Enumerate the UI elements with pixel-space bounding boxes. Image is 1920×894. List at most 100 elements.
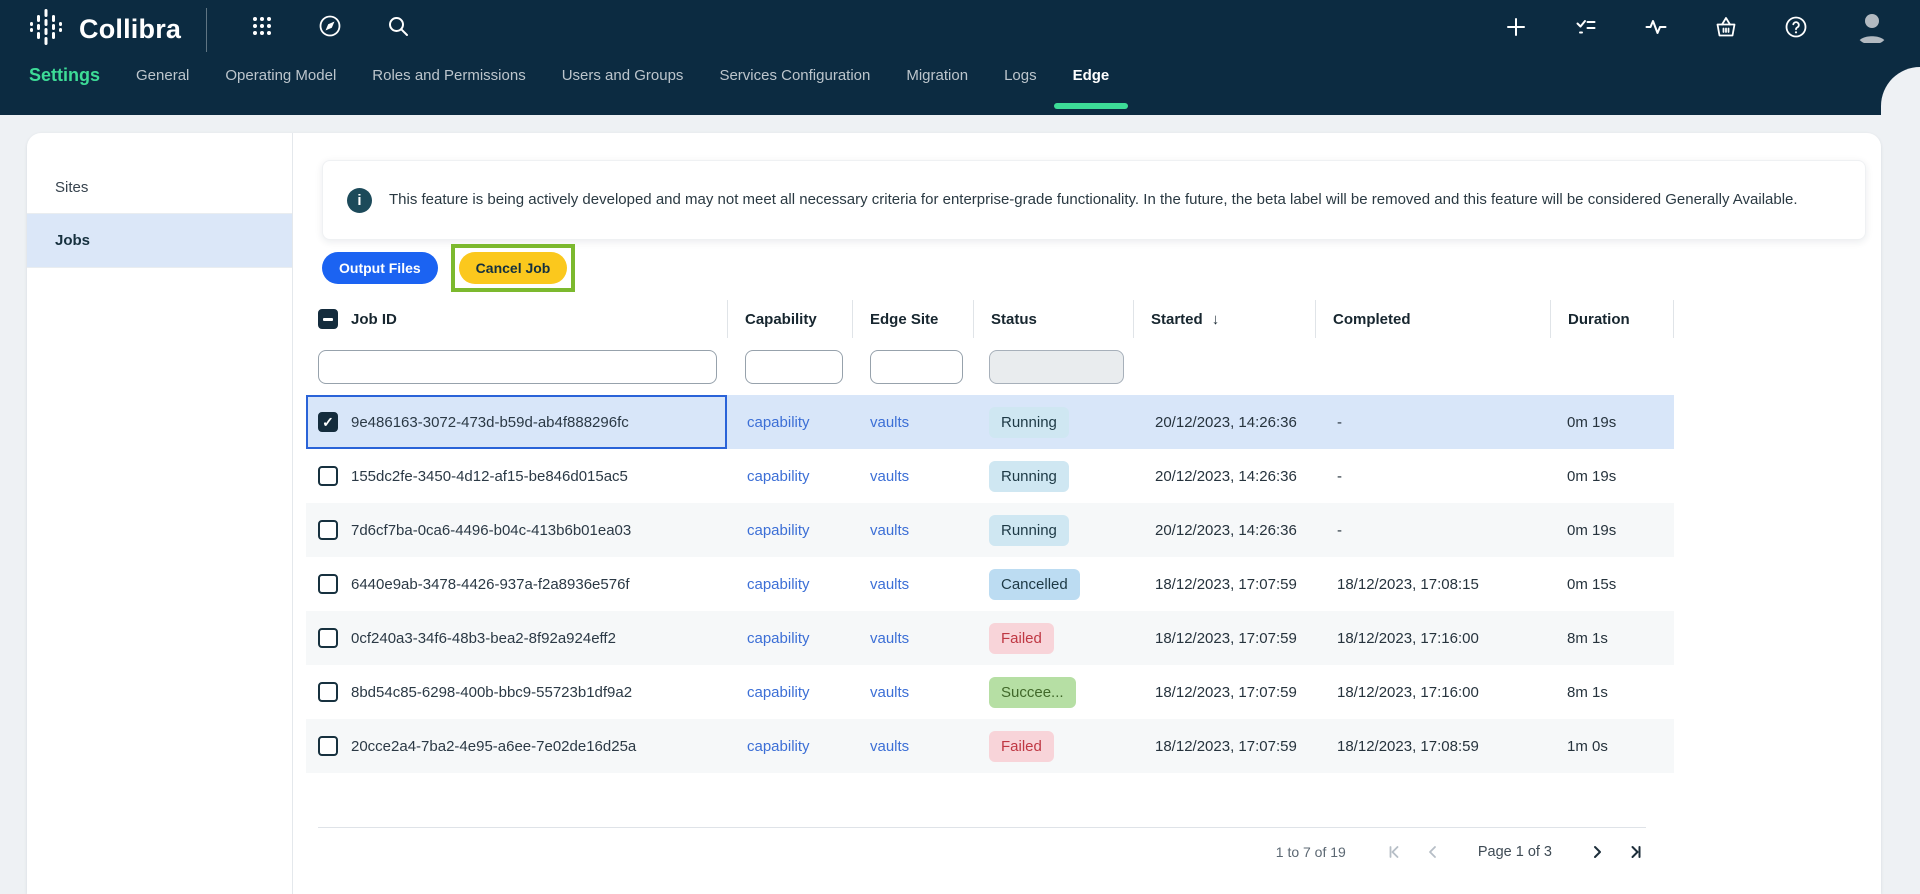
table-filter-row — [306, 338, 1674, 395]
info-icon: i — [347, 188, 372, 213]
row-checkbox[interactable] — [318, 628, 338, 648]
brand-logo[interactable]: Collibra — [28, 8, 181, 51]
status-cell: Failed — [973, 623, 1133, 654]
job-id-text: 7d6cf7ba-0ca6-4496-b04c-413b6b01ea03 — [351, 522, 631, 539]
table-row[interactable]: 20cce2a4-7ba2-4e95-a6ee-7e02de16d25a cap… — [306, 719, 1674, 773]
app-grid-icon[interactable] — [250, 14, 274, 38]
status-badge: Failed — [989, 623, 1054, 654]
tab-roles-and-permissions[interactable]: Roles and Permissions — [372, 67, 525, 84]
duration-value: 0m 15s — [1567, 576, 1616, 593]
row-checkbox[interactable] — [318, 520, 338, 540]
table-row[interactable]: 0cf240a3-34f6-48b3-bea2-8f92a924eff2 cap… — [306, 611, 1674, 665]
completed-cell: 18/12/2023, 17:16:00 — [1315, 630, 1550, 647]
annotation-highlight-box: Cancel Job — [451, 244, 576, 292]
tasks-icon[interactable] — [1574, 15, 1598, 39]
select-all-checkbox[interactable] — [318, 309, 338, 329]
cancel-job-button[interactable]: Cancel Job — [459, 252, 568, 284]
filter-status-input[interactable] — [989, 350, 1124, 384]
column-header-completed[interactable]: Completed — [1315, 300, 1550, 338]
tab-logs[interactable]: Logs — [1004, 67, 1037, 84]
column-header-duration[interactable]: Duration — [1550, 300, 1674, 338]
edge-site-link[interactable]: vaults — [870, 630, 909, 647]
edge-site-link[interactable]: vaults — [870, 468, 909, 485]
filter-job-id-input[interactable] — [318, 350, 717, 384]
column-label: Status — [991, 311, 1037, 328]
status-cell: Running — [973, 461, 1133, 492]
row-checkbox[interactable] — [318, 574, 338, 594]
started-value: 18/12/2023, 17:07:59 — [1155, 576, 1297, 593]
output-files-button[interactable]: Output Files — [322, 252, 438, 284]
sidebar-item-sites[interactable]: Sites — [27, 162, 292, 214]
compass-icon[interactable] — [318, 14, 342, 38]
search-icon[interactable] — [386, 14, 410, 38]
next-page-button[interactable] — [1586, 841, 1608, 863]
column-label: Edge Site — [870, 311, 938, 328]
plus-icon[interactable] — [1504, 15, 1528, 39]
tab-operating-model[interactable]: Operating Model — [225, 67, 336, 84]
row-checkbox[interactable] — [318, 736, 338, 756]
tab-general[interactable]: General — [136, 67, 189, 84]
top-app-bar: Collibra — [0, 0, 1920, 115]
filter-capability-input[interactable] — [745, 350, 843, 384]
started-cell: 18/12/2023, 17:07:59 — [1133, 738, 1315, 755]
first-page-button[interactable] — [1384, 841, 1406, 863]
edge-site-link[interactable]: vaults — [870, 522, 909, 539]
row-checkbox[interactable] — [318, 412, 338, 432]
capability-link[interactable]: capability — [747, 522, 810, 539]
status-badge: Running — [989, 407, 1069, 438]
basket-icon[interactable] — [1714, 15, 1738, 39]
table-row[interactable]: 8bd54c85-6298-400b-bbc9-55723b1df9a2 cap… — [306, 665, 1674, 719]
column-header-capability[interactable]: Capability — [727, 300, 852, 338]
table-header-row: Job ID Capability Edge Site Status Start… — [306, 300, 1674, 338]
sidebar-item-jobs[interactable]: Jobs — [27, 214, 292, 268]
capability-link[interactable]: capability — [747, 414, 810, 431]
tab-edge[interactable]: Edge — [1054, 67, 1129, 84]
activity-icon[interactable] — [1644, 15, 1668, 39]
job-id-text: 6440e9ab-3478-4426-937a-f2a8936e576f — [351, 576, 630, 593]
row-checkbox[interactable] — [318, 682, 338, 702]
table-row[interactable]: 6440e9ab-3478-4426-937a-f2a8936e576f cap… — [306, 557, 1674, 611]
capability-link[interactable]: capability — [747, 630, 810, 647]
user-avatar[interactable] — [1854, 9, 1890, 45]
capability-cell: capability — [727, 738, 852, 755]
started-value: 20/12/2023, 14:26:36 — [1155, 468, 1297, 485]
table-row[interactable]: 155dc2fe-3450-4d12-af15-be846d015ac5 cap… — [306, 449, 1674, 503]
edge-site-link[interactable]: vaults — [870, 684, 909, 701]
capability-link[interactable]: capability — [747, 576, 810, 593]
status-cell: Running — [973, 407, 1133, 438]
table-row[interactable]: 9e486163-3072-473d-b59d-ab4f888296fc cap… — [306, 395, 1674, 449]
edge-site-link[interactable]: vaults — [870, 576, 909, 593]
tab-migration[interactable]: Migration — [906, 67, 968, 84]
last-page-button[interactable] — [1624, 841, 1646, 863]
job-id-cell: 0cf240a3-34f6-48b3-bea2-8f92a924eff2 — [306, 611, 727, 665]
jobs-toolbar: Output Files Cancel Job — [322, 244, 1881, 292]
capability-link[interactable]: capability — [747, 684, 810, 701]
pagination: 1 to 7 of 19 Page 1 of 3 — [318, 828, 1646, 876]
duration-value: 0m 19s — [1567, 468, 1616, 485]
capability-link[interactable]: capability — [747, 468, 810, 485]
column-header-edge-site[interactable]: Edge Site — [852, 300, 973, 338]
column-header-status[interactable]: Status — [973, 300, 1133, 338]
tab-services-configuration[interactable]: Services Configuration — [719, 67, 870, 84]
completed-value: 18/12/2023, 17:08:15 — [1337, 576, 1479, 593]
edge-site-link[interactable]: vaults — [870, 738, 909, 755]
tab-users-and-groups[interactable]: Users and Groups — [562, 67, 684, 84]
previous-page-button[interactable] — [1422, 841, 1444, 863]
capability-cell: capability — [727, 630, 852, 647]
status-cell: Running — [973, 515, 1133, 546]
column-label: Started — [1151, 311, 1203, 328]
capability-link[interactable]: capability — [747, 738, 810, 755]
row-checkbox[interactable] — [318, 466, 338, 486]
completed-cell: - — [1315, 414, 1550, 431]
filter-edge-site-input[interactable] — [870, 350, 963, 384]
completed-cell: - — [1315, 522, 1550, 539]
table-row[interactable]: 7d6cf7ba-0ca6-4496-b04c-413b6b01ea03 cap… — [306, 503, 1674, 557]
job-id-text: 9e486163-3072-473d-b59d-ab4f888296fc — [351, 414, 629, 431]
column-header-started[interactable]: Started ↓ — [1133, 300, 1315, 338]
sidebar-item-label: Jobs — [55, 232, 90, 249]
help-icon[interactable] — [1784, 15, 1808, 39]
edge-site-cell: vaults — [852, 630, 973, 647]
edge-site-link[interactable]: vaults — [870, 414, 909, 431]
table-body: 9e486163-3072-473d-b59d-ab4f888296fc cap… — [306, 395, 1674, 773]
job-id-cell: 6440e9ab-3478-4426-937a-f2a8936e576f — [306, 557, 727, 611]
